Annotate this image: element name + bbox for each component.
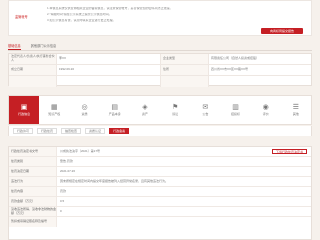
detail-key: 处罚类别 bbox=[9, 157, 57, 166]
category-label: 资产 bbox=[141, 111, 148, 116]
table-row: 行政处罚决定书文号 川成执法决字〔2021〕第17号 下载行政处罚决定书 bbox=[9, 147, 311, 157]
info-value: 四川省XX市XX区XX路XX号 bbox=[211, 67, 249, 72]
product-icon: ▤ bbox=[111, 103, 119, 111]
table-row: 处罚决定日期 2021.07.26 bbox=[9, 167, 311, 177]
detail-value: 罚款 bbox=[60, 188, 67, 193]
info-value: 有限责任公司（自然人投资或控股） bbox=[211, 56, 260, 61]
category-assets[interactable]: ◈ 资产 bbox=[130, 96, 160, 124]
table-row: 违法行为 因未按规定在规定时间内提交年度报告被列入经营异常名录，且有其他违法行为… bbox=[9, 177, 311, 187]
qualification-icon: ◎ bbox=[81, 103, 88, 111]
info-value: 李XX bbox=[57, 54, 161, 64]
announcement-icon: ✉ bbox=[202, 103, 209, 111]
info-key: 住所 bbox=[161, 65, 209, 75]
info-value bbox=[57, 76, 161, 87]
subtabs: 行政许可 行政处罚 抽查检查 资质认证 行政备案 bbox=[8, 126, 312, 136]
table-row: 成立日期 1992.09.20 住所 四川省XX市XX区XX路XX号 bbox=[9, 65, 311, 76]
info-key bbox=[161, 76, 209, 87]
category-ip[interactable]: ▦ 知识产权 bbox=[39, 96, 69, 124]
detail-key: 处罚内容 bbox=[9, 187, 57, 196]
category-label: 产品本身 bbox=[108, 111, 121, 116]
category-litigation[interactable]: ⚑ 诉讼 bbox=[160, 96, 190, 124]
category-other[interactable]: ☰ 其他 bbox=[281, 96, 311, 124]
notice-lines: 1.本信息系统仅供查询相关企业的备案信息，请注意保管帐号，妥善保管您的密码以防止… bbox=[47, 7, 207, 24]
ip-icon: ▦ bbox=[50, 103, 58, 111]
category-evaluation[interactable]: ◉ 评价 bbox=[251, 96, 281, 124]
detail-key: 罚款金额（万元） bbox=[9, 197, 57, 206]
evaluation-icon: ◉ bbox=[262, 103, 269, 111]
detail-key: 暂扣或吊销证照名称及编号 bbox=[9, 217, 57, 227]
category-label: 诉讼 bbox=[172, 111, 179, 116]
subtab-inspection[interactable]: 抽查检查 bbox=[61, 128, 82, 134]
other-icon: ☰ bbox=[292, 103, 300, 111]
info-table: 法定代表人/负责人/执行事务合伙人 李XX 企业类型 有限责任公司（自然人投资或… bbox=[8, 53, 312, 87]
detail-value-text: 川成执法决字〔2021〕第17号 bbox=[60, 148, 101, 153]
notice-line: 1.本信息系统仅供查询相关企业的备案信息，请注意保管帐号，妥善保管您的密码以防止… bbox=[47, 7, 173, 10]
info-key: 成立日期 bbox=[9, 65, 57, 75]
bidding-icon: ▥ bbox=[232, 103, 239, 111]
detail-key: 违法行为 bbox=[9, 177, 57, 186]
notice-panel: 监管帐号 1.本信息系统仅供查询相关企业的备案信息，请注意保管帐号，妥善保管您的… bbox=[8, 0, 312, 36]
table-row: 处罚类别 警告,罚款 bbox=[9, 157, 311, 167]
litigation-icon: ⚑ bbox=[171, 103, 179, 111]
info-value: 1992.09.20 bbox=[57, 65, 161, 75]
category-announcement[interactable]: ✉ 公告 bbox=[190, 96, 220, 124]
category-label: 招投标 bbox=[231, 111, 241, 116]
download-decision-button[interactable]: 下载行政处罚决定书 bbox=[271, 149, 307, 154]
submit-report-button[interactable]: 向商标局提交报告 bbox=[261, 28, 303, 34]
subtab-filing[interactable]: 行政备案 bbox=[109, 128, 130, 134]
table-row: 罚款金额（万元） 0.5 bbox=[9, 197, 311, 207]
category-administrative[interactable]: ▣ 行政信息 bbox=[9, 96, 40, 124]
detail-value: 因未按规定在规定时间内提交年度报告被列入经营异常名录，且有其他违法行为。 bbox=[60, 178, 169, 183]
info-key bbox=[9, 76, 57, 87]
detail-key: 处罚决定日期 bbox=[9, 167, 57, 176]
assets-icon: ◈ bbox=[142, 103, 148, 111]
detail-key: 行政处罚决定书文号 bbox=[9, 147, 57, 156]
info-key: 法定代表人/负责人/执行事务合伙人 bbox=[9, 54, 57, 64]
notice-line: 3.如公示信息有误，请及时联系企业进行更正处理。 bbox=[47, 18, 116, 22]
section-tabs: 基础信息 其他部门公示信息 bbox=[8, 43, 312, 51]
category-icons: ▣ 行政信息 ▦ 知识产权 ◎ 资质 ▤ 产品本身 ◈ 资产 ⚑ 诉讼 ✉ 公告… bbox=[8, 95, 312, 125]
category-label: 知识产权 bbox=[48, 111, 61, 116]
table-row: 暂扣或吊销证照名称及编号 bbox=[9, 217, 311, 227]
table-row: 法定代表人/负责人/执行事务合伙人 李XX 企业类型 有限责任公司（自然人投资或… bbox=[9, 54, 311, 65]
subtab-license[interactable]: 行政许可 bbox=[13, 128, 34, 134]
category-label: 资质 bbox=[81, 111, 88, 116]
category-qualification[interactable]: ◎ 资质 bbox=[69, 96, 99, 124]
subtab-certification[interactable]: 资质认证 bbox=[85, 128, 106, 134]
notice-line: 2."填报时间"指在公示系统上提交公示信息时间。 bbox=[47, 12, 112, 16]
penalty-details: 行政处罚决定书文号 川成执法决字〔2021〕第17号 下载行政处罚决定书 处罚类… bbox=[8, 146, 312, 240]
detail-value: 2021.07.26 bbox=[60, 168, 76, 173]
tab-basic-info[interactable]: 基础信息 bbox=[8, 43, 21, 50]
info-value bbox=[209, 76, 309, 87]
detail-value: 0 bbox=[60, 208, 62, 213]
admin-icon: ▣ bbox=[20, 103, 28, 111]
notice-label: 监管帐号 bbox=[15, 15, 28, 19]
category-label: 行政信息 bbox=[18, 111, 31, 116]
subtab-penalty[interactable]: 行政处罚 bbox=[37, 128, 58, 134]
category-product[interactable]: ▤ 产品本身 bbox=[100, 96, 130, 124]
detail-value: 川成执法决字〔2021〕第17号 下载行政处罚决定书 bbox=[57, 147, 311, 156]
detail-key: 没收违法所得、没收非法财物的金额（万元） bbox=[9, 206, 57, 216]
category-label: 其他 bbox=[292, 111, 299, 116]
info-key: 企业类型 bbox=[161, 54, 209, 64]
detail-value bbox=[57, 217, 311, 227]
category-bidding[interactable]: ▥ 招投标 bbox=[220, 96, 250, 124]
table-row bbox=[9, 76, 311, 87]
detail-value: 0.5 bbox=[60, 198, 65, 203]
table-row: 没收违法所得、没收非法财物的金额（万元） 0 bbox=[9, 207, 311, 217]
category-label: 公告 bbox=[202, 111, 209, 116]
tab-other-dept[interactable]: 其他部门公示信息 bbox=[31, 43, 57, 50]
table-row: 处罚内容 罚款 bbox=[9, 187, 311, 197]
category-label: 评价 bbox=[262, 111, 269, 116]
detail-value: 警告,罚款 bbox=[60, 158, 73, 163]
